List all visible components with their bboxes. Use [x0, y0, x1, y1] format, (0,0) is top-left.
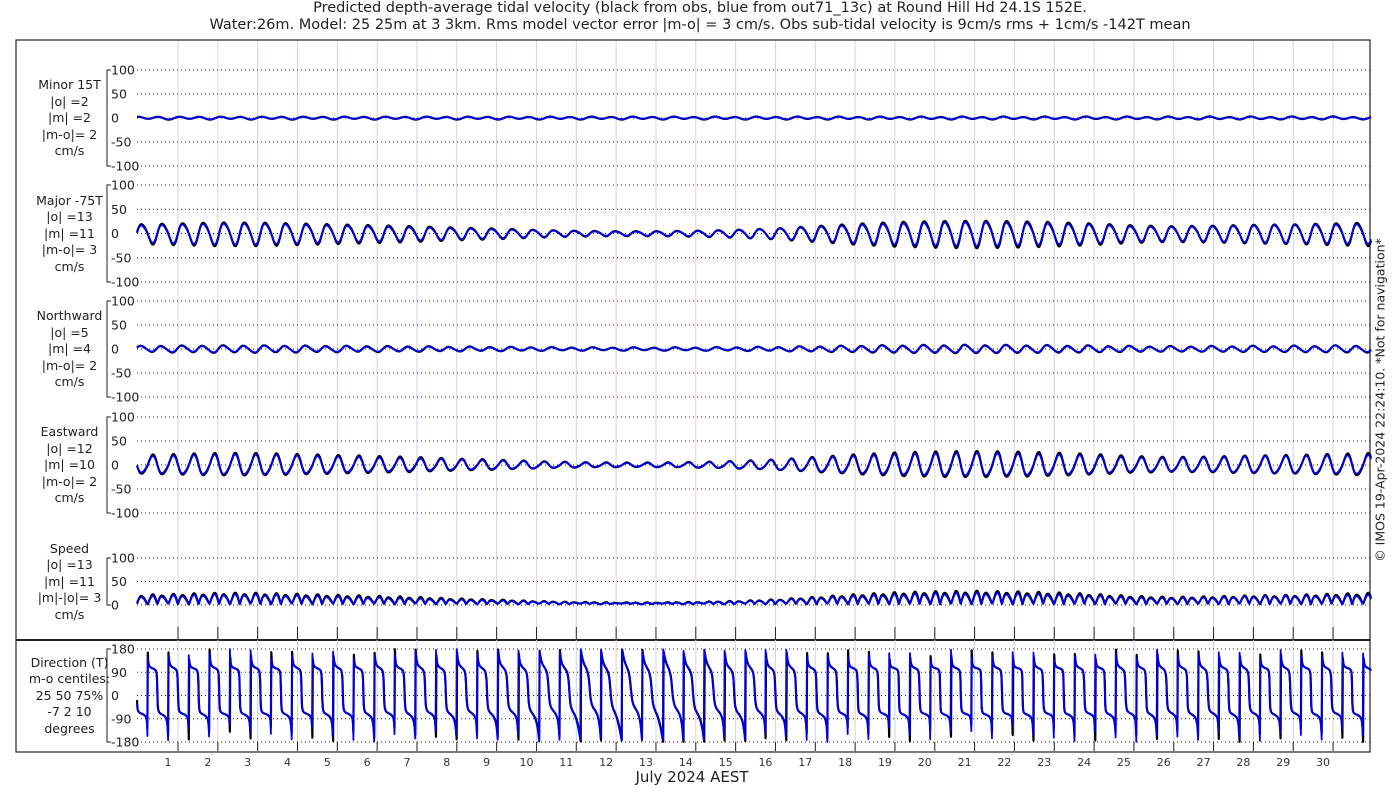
direction-panel-label: Direction (T) m-o centiles: 25 50 75% -7 2 …: [2, 655, 137, 738]
x-tick-label: 24: [1077, 756, 1091, 769]
x-tick-label: 6: [364, 756, 371, 769]
x-tick-label: 22: [997, 756, 1011, 769]
x-tick-label: 2: [204, 756, 211, 769]
major-label-line: |o| =13: [46, 209, 93, 224]
eastward-y-tick-label: -100: [111, 506, 139, 521]
minor-label-line: |o| =2: [50, 93, 89, 109]
eastward-label-line: |m| =10: [44, 457, 95, 472]
minor-y-tick-label: -100: [111, 159, 139, 174]
x-tick-label: 7: [403, 756, 410, 769]
major-label-line: Major -75T: [36, 192, 103, 208]
direction-label-line: 25 50 75%: [35, 687, 104, 703]
northward-y-tick-label: 100: [111, 294, 135, 309]
x-tick-label: 11: [559, 756, 573, 769]
eastward-model-series: [136, 452, 1372, 477]
x-tick-label: 26: [1157, 756, 1171, 769]
eastward-label-line: Eastward: [40, 424, 99, 439]
minor-label-line: cm/s: [54, 143, 85, 158]
x-tick-label: 10: [519, 756, 533, 769]
eastward-label-line: |m-o|= 2: [41, 473, 98, 489]
major-label-line: |m-o|= 3: [41, 242, 98, 257]
eastward-y-tick-label: 100: [111, 410, 135, 425]
x-tick-label: 5: [324, 756, 331, 769]
speed-label-line: |m|-|o|= 3: [37, 590, 102, 605]
x-tick-label: 18: [838, 756, 852, 769]
x-tick-label: 9: [483, 756, 490, 769]
speed-label-line: |m| =11: [44, 573, 95, 589]
northward-y-tick-label: -100: [111, 390, 139, 405]
x-tick-label: 28: [1236, 756, 1250, 769]
direction-label-line: Direction (T): [30, 654, 109, 670]
x-tick-label: 20: [918, 756, 932, 769]
major-y-tick-label: -100: [111, 275, 139, 290]
northward-label-line: cm/s: [54, 374, 85, 389]
speed-panel-label: Speed |o| =13 |m| =11 |m|-|o|= 3 cm/s: [2, 541, 137, 624]
copyright-note: © IMOS 19-Apr-2024 22:24:10. *Not for na…: [1373, 238, 1388, 562]
major-model-series: [136, 221, 1372, 247]
speed-label-line: |o| =13: [46, 557, 93, 572]
speed-label-line: Speed: [49, 540, 90, 556]
major-y-tick-label: 100: [111, 178, 135, 193]
minor-y-tick-label: 100: [111, 63, 135, 78]
northward-label-line: |m-o|= 2: [41, 357, 98, 373]
tidal-velocity-chart: 1 2 3 4 5 6 7 8 9 10 11 12 13 14 15 16 17 18 19 20 21 22 23 24 2…: [15, 39, 1373, 769]
northward-label-line: |o| =5: [50, 324, 89, 340]
x-tick-label: 8: [443, 756, 450, 769]
northward-panel-label: Northward |o| =5 |m| =4 |m-o|= 2 cm/s: [2, 308, 137, 391]
eastward-label-line: |o| =12: [46, 440, 93, 456]
x-axis-label: July 2024 AEST: [635, 768, 749, 786]
x-tick-label: 21: [958, 756, 972, 769]
eastward-panel-label: Eastward |o| =12 |m| =10 |m-o|= 2 cm/s: [2, 424, 137, 507]
x-tick-label: 4: [284, 756, 291, 769]
direction-label-line: -7 2 10: [47, 704, 92, 719]
x-tick-label: 30: [1316, 756, 1330, 769]
major-panel-label: Major -75T |o| =13 |m| =11 |m-o|= 3 cm/s: [2, 193, 137, 276]
minor-label-line: |m| =2: [48, 110, 91, 125]
minor-label-line: Minor 15T: [38, 77, 101, 92]
minor-label-line: |m-o|= 2: [41, 126, 98, 142]
x-tick-label: 27: [1197, 756, 1211, 769]
direction-label-line: degrees: [44, 720, 95, 736]
plot-frame: [15, 39, 1371, 753]
x-tick-label: 17: [798, 756, 812, 769]
minor-panel-label: Minor 15T |o| =2 |m| =2 |m-o|= 2 cm/s: [2, 77, 137, 160]
northward-model-series: [136, 344, 1372, 354]
major-label-line: |m| =11: [44, 225, 95, 241]
x-tick-label: 3: [244, 756, 251, 769]
eastward-label-line: cm/s: [54, 490, 85, 505]
x-tick-label: 1: [165, 756, 172, 769]
x-tick-label: 29: [1276, 756, 1290, 769]
direction-label-line: m-o centiles:: [28, 671, 111, 686]
speed-label-line: cm/s: [54, 606, 85, 622]
northward-label-line: |m| =4: [48, 341, 91, 356]
x-tick-label: 23: [1037, 756, 1051, 769]
northward-label-line: Northward: [36, 308, 103, 323]
x-tick-label: 25: [1117, 756, 1131, 769]
x-tick-label: 19: [878, 756, 892, 769]
major-label-line: cm/s: [54, 258, 85, 274]
